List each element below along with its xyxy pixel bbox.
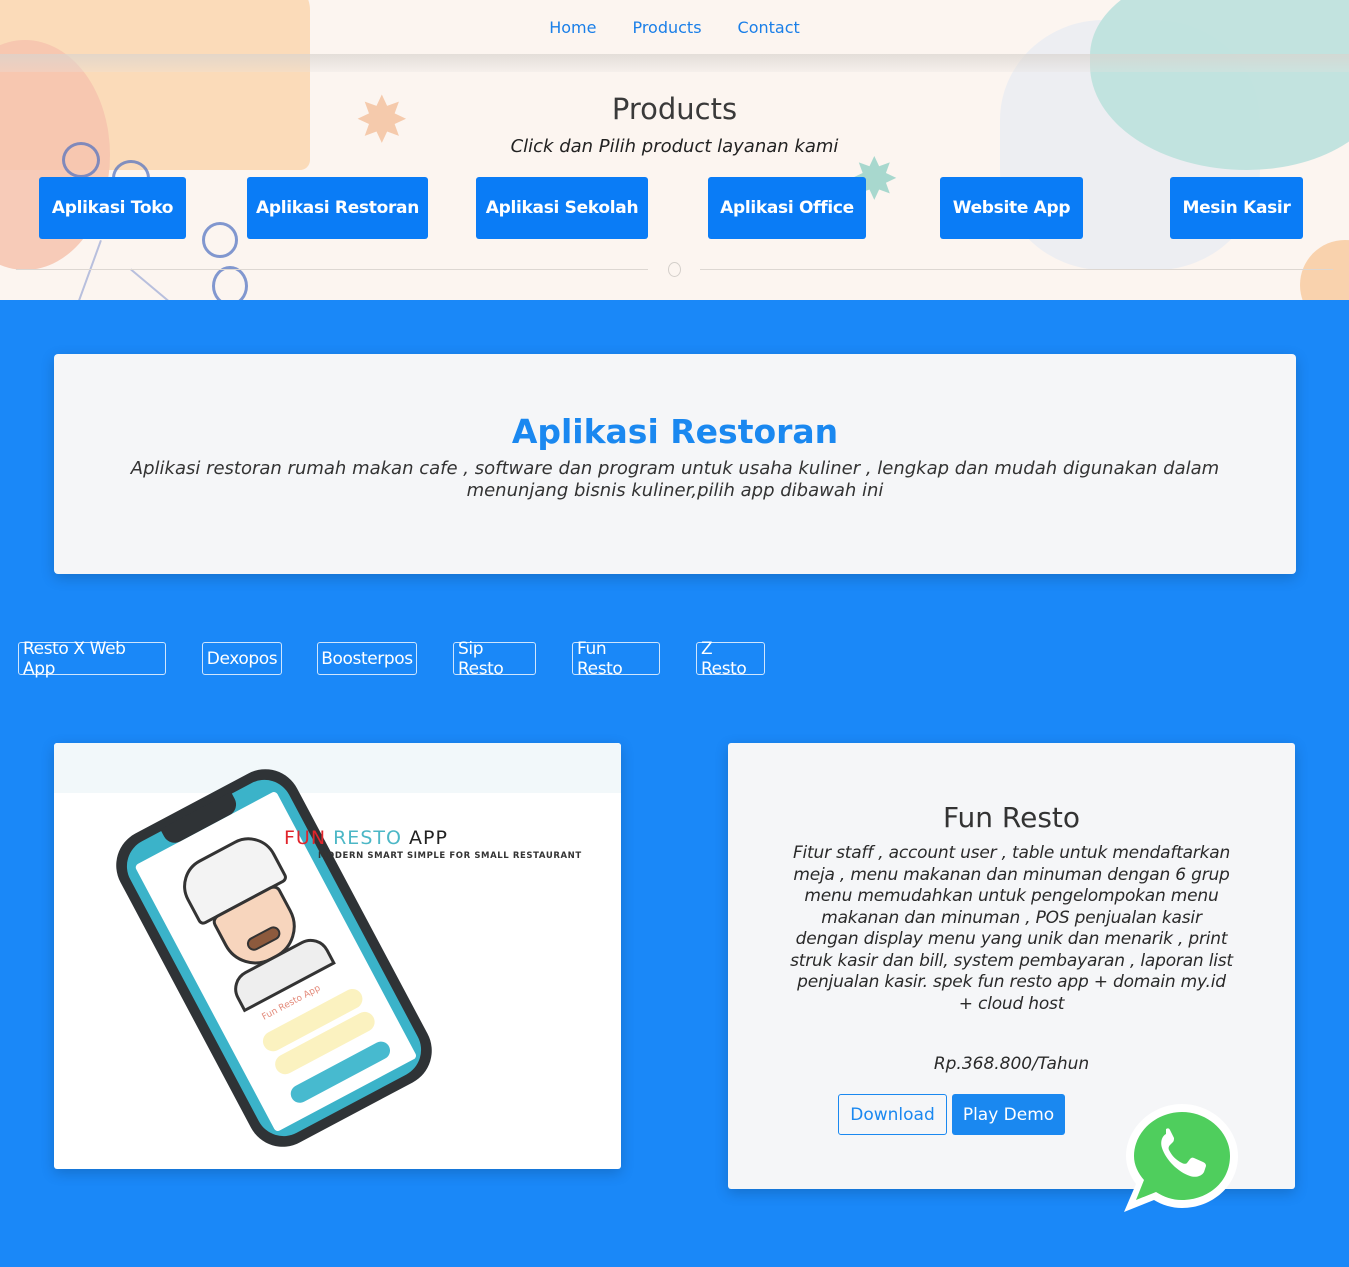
ring-decor bbox=[212, 266, 248, 300]
category-intro-card: Aplikasi Restoran Aplikasi restoran ruma… bbox=[54, 354, 1296, 574]
category-button-restoran[interactable]: Aplikasi Restoran bbox=[247, 177, 428, 239]
nav-home[interactable]: Home bbox=[549, 18, 596, 37]
play-demo-button[interactable]: Play Demo bbox=[952, 1094, 1065, 1135]
brand-resto: RESTO bbox=[333, 827, 402, 849]
brand-tagline: MODERN SMART SIMPLE FOR SMALL RESTAURANT bbox=[318, 851, 582, 861]
category-button-kasir[interactable]: Mesin Kasir bbox=[1170, 177, 1303, 239]
category-title: Aplikasi Restoran bbox=[511, 412, 839, 451]
section-subtitle: Click dan Pilih product layanan kami bbox=[510, 136, 839, 157]
image-band bbox=[54, 743, 621, 793]
category-button-office[interactable]: Aplikasi Office bbox=[708, 177, 866, 239]
stem-decor bbox=[130, 268, 178, 300]
product-button-sip-resto[interactable]: Sip Resto bbox=[453, 639, 536, 679]
ring-decor bbox=[202, 222, 238, 258]
section-title: Products bbox=[611, 92, 738, 126]
hero-banner: ✸ ✸ Home Products Contact Products Click… bbox=[0, 0, 1349, 300]
product-description: Fitur staff , account user , table untuk… bbox=[790, 843, 1233, 1014]
product-price: Rp.368.800/Tahun bbox=[933, 1054, 1090, 1074]
category-button-website[interactable]: Website App bbox=[940, 177, 1083, 239]
top-nav: Home Products Contact bbox=[0, 0, 1349, 54]
whatsapp-button[interactable] bbox=[1122, 1100, 1242, 1216]
decor-blob bbox=[1300, 240, 1349, 300]
nav-contact[interactable]: Contact bbox=[738, 18, 800, 37]
divider bbox=[16, 269, 648, 270]
product-button-z-resto[interactable]: Z Resto bbox=[696, 639, 765, 679]
divider-dot bbox=[668, 262, 681, 277]
category-description: Aplikasi restoran rumah makan cafe , sof… bbox=[130, 458, 1220, 501]
nav-products[interactable]: Products bbox=[632, 18, 701, 37]
brand-logo-text: FUN RESTO APP bbox=[284, 827, 448, 849]
nav-shadow bbox=[0, 54, 1349, 72]
category-button-sekolah[interactable]: Aplikasi Sekolah bbox=[476, 177, 648, 239]
product-title: Fun Resto bbox=[942, 801, 1081, 834]
whatsapp-icon bbox=[1124, 1104, 1238, 1212]
brand-app: APP bbox=[408, 827, 448, 849]
product-image-card: Fun Resto App FUN RESTO APP MODERN SMART… bbox=[54, 743, 621, 1169]
download-button[interactable]: Download bbox=[838, 1094, 947, 1135]
stem-decor bbox=[72, 240, 102, 300]
brand-fun: FUN bbox=[284, 827, 327, 849]
phone-mockup-image: Fun Resto App bbox=[103, 756, 445, 1160]
product-button-resto-x[interactable]: Resto X Web App bbox=[18, 639, 166, 679]
product-button-boosterpos[interactable]: Boosterpos bbox=[317, 642, 417, 675]
product-button-dexopos[interactable]: Dexopos bbox=[202, 642, 282, 675]
divider bbox=[700, 269, 1333, 270]
category-button-toko[interactable]: Aplikasi Toko bbox=[39, 177, 186, 239]
product-button-fun-resto[interactable]: Fun Resto bbox=[572, 639, 660, 679]
